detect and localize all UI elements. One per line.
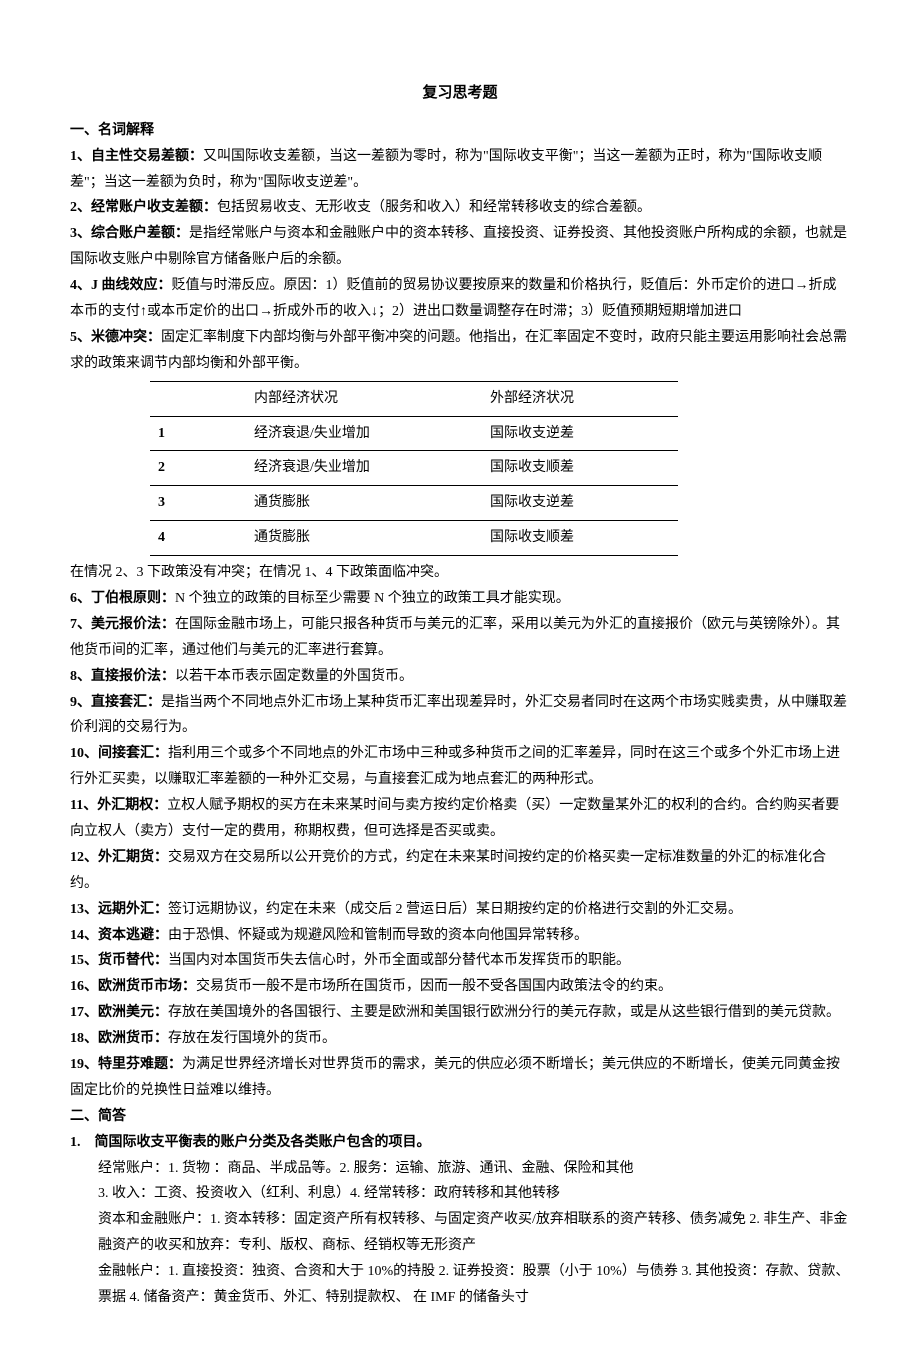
term-16-text: 交易货币一般不是市场所在国货币，因而一般不受各国国内政策法令的约束。 [196, 979, 672, 994]
term-1: 1、自主性交易差额：又叫国际收支差额，当这一差额为零时，称为"国际收支平衡"；当… [70, 144, 850, 196]
section-1-head: 一、名词解释 [70, 118, 850, 144]
term-13-text: 签订远期协议，约定在未来（成交后 2 营运日后）某日期按约定的价格进行交割的外汇… [168, 902, 742, 917]
question-1-head: 1. 简国际收支平衡表的账户分类及各类账户包含的项目。 [70, 1130, 850, 1156]
term-10: 10、间接套汇：指利用三个或多个不同地点的外汇市场中三种或多种货币之间的汇率差异… [70, 741, 850, 793]
q1-line-2: 3. 收入：工资、投资收入（红利、利息）4. 经常转移：政府转移和其他转移 [70, 1181, 850, 1207]
term-13-label: 13、远期外汇： [70, 902, 168, 917]
table-row: 4 通货膨胀 国际收支顺差 [150, 521, 678, 556]
th-index [150, 381, 246, 416]
term-19: 19、特里芬难题：为满足世界经济增长对世界货币的需求，美元的供应必须不断增长；美… [70, 1052, 850, 1104]
term-4: 4、J 曲线效应：贬值与时滞反应。原因：1）贬值前的贸易协议要按原来的数量和价格… [70, 273, 850, 325]
term-11: 11、外汇期权：立权人赋予期权的买方在未来某时间与卖方按约定价格卖（买）一定数量… [70, 793, 850, 845]
term-9-label: 9、直接套汇： [70, 695, 161, 710]
term-5-text: 固定汇率制度下内部均衡与外部平衡冲突的问题。他指出，在汇率固定不变时，政府只能主… [70, 330, 847, 371]
term-15-text: 当国内对本国货币失去信心时，外币全面或部分替代本币发挥货币的职能。 [168, 953, 630, 968]
term-18-label: 18、欧洲货币： [70, 1031, 168, 1046]
term-3: 3、综合账户差额：是指经常账户与资本和金融账户中的资本转移、直接投资、证券投资、… [70, 221, 850, 273]
term-18-text: 存放在发行国境外的货币。 [168, 1031, 336, 1046]
th-external: 外部经济状况 [482, 381, 678, 416]
cell-internal: 通货膨胀 [246, 486, 482, 521]
cell-idx: 3 [150, 486, 246, 521]
term-18: 18、欧洲货币：存放在发行国境外的货币。 [70, 1026, 850, 1052]
term-6-label: 6、丁伯根原则： [70, 591, 175, 606]
term-17-label: 17、欧洲美元： [70, 1005, 168, 1020]
term-1-label: 1、自主性交易差额： [70, 149, 203, 164]
cell-idx: 4 [150, 521, 246, 556]
term-12-text: 交易双方在交易所以公开竞价的方式，约定在未来某时间按约定的价格买卖一定标准数量的… [70, 850, 826, 891]
term-16-label: 16、欧洲货币市场： [70, 979, 196, 994]
term-2-label: 2、经常账户收支差额： [70, 200, 217, 215]
term-8: 8、直接报价法：以若干本币表示固定数量的外国货币。 [70, 664, 850, 690]
cell-external: 国际收支顺差 [482, 451, 678, 486]
page-title: 复习思考题 [70, 80, 850, 108]
term-14: 14、资本逃避：由于恐惧、怀疑或为规避风险和管制而导致的资本向他国异常转移。 [70, 923, 850, 949]
term-10-label: 10、间接套汇： [70, 746, 168, 761]
cell-external: 国际收支逆差 [482, 486, 678, 521]
cell-external: 国际收支逆差 [482, 416, 678, 451]
term-7: 7、美元报价法：在国际金融市场上，可能只报各种货币与美元的汇率，采用以美元为外汇… [70, 612, 850, 664]
table-row: 1 经济衰退/失业增加 国际收支逆差 [150, 416, 678, 451]
term-2: 2、经常账户收支差额：包括贸易收支、无形收支（服务和收入）和经常转移收支的综合差… [70, 195, 850, 221]
term-5: 5、米德冲突：固定汇率制度下内部均衡与外部平衡冲突的问题。他指出，在汇率固定不变… [70, 325, 850, 377]
term-11-label: 11、外汇期权： [70, 798, 167, 813]
term-6: 6、丁伯根原则：N 个独立的政策的目标至少需要 N 个独立的政策工具才能实现。 [70, 586, 850, 612]
term-15-label: 15、货币替代： [70, 953, 168, 968]
term-9-text: 是指当两个不同地点外汇市场上某种货币汇率出现差异时，外汇交易者同时在这两个市场实… [70, 695, 847, 736]
term-15: 15、货币替代：当国内对本国货币失去信心时，外币全面或部分替代本币发挥货币的职能… [70, 948, 850, 974]
table-row: 3 通货膨胀 国际收支逆差 [150, 486, 678, 521]
term-11-text: 立权人赋予期权的买方在未来某时间与卖方按约定价格卖（买）一定数量某外汇的权利的合… [70, 798, 839, 839]
term-13: 13、远期外汇：签订远期协议，约定在未来（成交后 2 营运日后）某日期按约定的价… [70, 897, 850, 923]
cell-idx: 2 [150, 451, 246, 486]
term-8-label: 8、直接报价法： [70, 669, 175, 684]
term-4-text: 贬值与时滞反应。原因：1）贬值前的贸易协议要按原来的数量和价格执行，贬值后：外币… [70, 278, 837, 319]
term-9: 9、直接套汇：是指当两个不同地点外汇市场上某种货币汇率出现差异时，外汇交易者同时… [70, 690, 850, 742]
term-19-text: 为满足世界经济增长对世界货币的需求，美元的供应必须不断增长；美元供应的不断增长，… [70, 1057, 840, 1098]
term-7-text: 在国际金融市场上，可能只报各种货币与美元的汇率，采用以美元为外汇的直接报价（欧元… [70, 617, 840, 658]
term-6-text: N 个独立的政策的目标至少需要 N 个独立的政策工具才能实现。 [175, 591, 570, 606]
q1-line-3: 资本和金融账户：1. 资本转移：固定资产所有权转移、与固定资产收买/放弃相联系的… [70, 1207, 850, 1259]
term-5-label: 5、米德冲突： [70, 330, 161, 345]
cell-idx: 1 [150, 416, 246, 451]
term-17-text: 存放在美国境外的各国银行、主要是欧洲和美国银行欧洲分行的美元存款，或是从这些银行… [168, 1005, 840, 1020]
table-header-row: 内部经济状况 外部经济状况 [150, 381, 678, 416]
cell-internal: 经济衰退/失业增加 [246, 451, 482, 486]
term-8-text: 以若干本币表示固定数量的外国货币。 [175, 669, 413, 684]
section-2-head: 二、简答 [70, 1104, 850, 1130]
term-16: 16、欧洲货币市场：交易货币一般不是市场所在国货币，因而一般不受各国国内政策法令… [70, 974, 850, 1000]
th-internal: 内部经济状况 [246, 381, 482, 416]
table-note: 在情况 2、3 下政策没有冲突；在情况 1、4 下政策面临冲突。 [70, 560, 850, 586]
term-7-label: 7、美元报价法： [70, 617, 175, 632]
term-12-label: 12、外汇期货： [70, 850, 168, 865]
term-10-text: 指利用三个或多个不同地点的外汇市场中三种或多种货币之间的汇率差异，同时在这三个或… [70, 746, 840, 787]
term-14-label: 14、资本逃避： [70, 928, 168, 943]
term-14-text: 由于恐惧、怀疑或为规避风险和管制而导致的资本向他国异常转移。 [168, 928, 588, 943]
term-2-text: 包括贸易收支、无形收支（服务和收入）和经常转移收支的综合差额。 [217, 200, 651, 215]
term-3-label: 3、综合账户差额： [70, 226, 189, 241]
cell-internal: 经济衰退/失业增加 [246, 416, 482, 451]
table-row: 2 经济衰退/失业增加 国际收支顺差 [150, 451, 678, 486]
cell-internal: 通货膨胀 [246, 521, 482, 556]
term-4-label: 4、J 曲线效应： [70, 278, 172, 293]
term-17: 17、欧洲美元：存放在美国境外的各国银行、主要是欧洲和美国银行欧洲分行的美元存款… [70, 1000, 850, 1026]
term-12: 12、外汇期货：交易双方在交易所以公开竞价的方式，约定在未来某时间按约定的价格买… [70, 845, 850, 897]
meade-conflict-table: 内部经济状况 外部经济状况 1 经济衰退/失业增加 国际收支逆差 2 经济衰退/… [150, 381, 678, 556]
q1-line-1: 经常账户：1. 货物 ：商品、半成品等。2. 服务：运输、旅游、通讯、金融、保险… [70, 1156, 850, 1182]
term-19-label: 19、特里芬难题： [70, 1057, 182, 1072]
cell-external: 国际收支顺差 [482, 521, 678, 556]
q1-line-4: 金融帐户：1. 直接投资：独资、合资和大于 10%的持股 2. 证券投资：股票（… [70, 1259, 850, 1311]
